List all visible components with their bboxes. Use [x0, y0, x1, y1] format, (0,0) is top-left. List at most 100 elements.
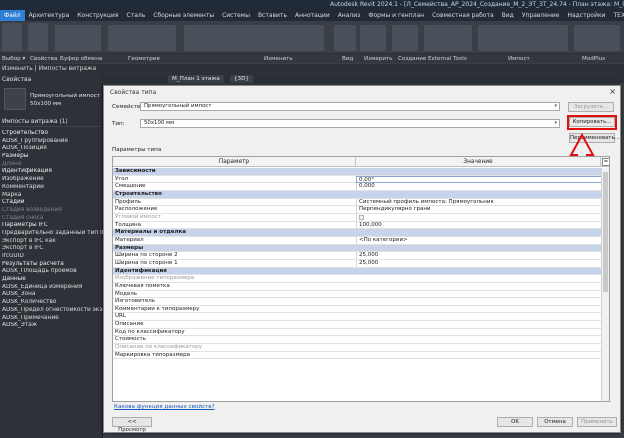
palette-category[interactable]: Данные	[0, 276, 103, 284]
menu-item[interactable]: ТЕХНОНИКОЛЬ®	[610, 10, 624, 21]
palette-category[interactable]: Строительство	[0, 130, 103, 138]
parameter-value[interactable]: 25,000	[356, 252, 601, 260]
modify-tool-button[interactable]	[2, 23, 22, 51]
modplus-tools[interactable]	[574, 25, 620, 51]
measure-tools[interactable]	[360, 25, 386, 51]
external-tools[interactable]	[424, 25, 472, 51]
apply-button[interactable]: Применить	[577, 417, 617, 427]
table-row[interactable]: Профиль Системный профиль импоста: Прямоу…	[113, 198, 609, 207]
palette-property[interactable]: Изображение	[0, 176, 103, 184]
ok-button[interactable]: OK	[497, 417, 533, 427]
menu-item[interactable]: Сборные элементы	[149, 10, 218, 21]
palette-property[interactable]: Марка	[0, 192, 103, 200]
menu-item[interactable]: Конструкция	[73, 10, 122, 21]
ribbon-label-select[interactable]: Выбор ▾	[2, 54, 25, 64]
palette-property[interactable]: Комментарии	[0, 184, 103, 192]
palette-category[interactable]: Размеры	[0, 153, 103, 161]
modify-tools[interactable]	[184, 25, 324, 51]
table-row[interactable]: Материал <По категории>	[113, 236, 609, 245]
table-row[interactable]: Ширина по стороне 1 25,000	[113, 259, 609, 268]
parameter-group-row[interactable]: Зависимости▴	[113, 168, 609, 176]
parameter-value-input[interactable]: 0,00°	[356, 175, 608, 183]
tab-plan-level-1[interactable]: М_План 1 этажа	[168, 75, 224, 83]
column-header-value[interactable]: Значение	[356, 157, 601, 167]
family-select[interactable]: Прямоугольный импост ▾	[140, 102, 560, 111]
cancel-button[interactable]: Отмена	[537, 417, 573, 427]
palette-property[interactable]: ADSK_Площадь проемов	[0, 268, 103, 276]
parameter-value[interactable]: 100,000	[356, 221, 601, 229]
palette-property[interactable]: IfcGUID	[0, 253, 103, 261]
menu-item[interactable]: Сталь	[123, 10, 150, 21]
table-row[interactable]: Описание	[113, 321, 609, 329]
parameter-value[interactable]: 0,000	[356, 183, 601, 191]
table-row[interactable]: Маркировка типоразмера	[113, 352, 609, 360]
menu-item[interactable]: Формы и генплан	[364, 10, 428, 21]
parameter-group-row[interactable]: Идентификация▴	[113, 267, 609, 276]
tab-3d[interactable]: {3D}	[230, 75, 253, 83]
scrollbar-thumb[interactable]	[603, 172, 608, 292]
palette-property[interactable]: Стадия возведения	[0, 207, 103, 215]
palette-property[interactable]: ADSK_Группирование	[0, 138, 103, 146]
palette-property[interactable]: Предварительно заданный тип IFC	[0, 230, 103, 238]
table-row[interactable]: Угловой импост	[113, 213, 609, 223]
preview-button[interactable]: << Просмотр	[112, 417, 152, 433]
table-row[interactable]: Угол 0,00°	[113, 175, 609, 184]
palette-property[interactable]: Экспорт в IFC как	[0, 238, 103, 246]
palette-property[interactable]: ADSK_Этаж	[0, 322, 103, 330]
parameter-group-row[interactable]: Строительство▴	[113, 190, 609, 199]
table-row[interactable]: Комментарии к типоразмеру	[113, 306, 609, 314]
help-link[interactable]: Какова функция данных свойств?	[114, 404, 215, 410]
palette-category[interactable]: Результаты расчета	[0, 261, 103, 269]
palette-property[interactable]: Экспорт в IFC	[0, 245, 103, 253]
table-row[interactable]: Ширина по стороне 2 25,000	[113, 252, 609, 260]
menu-item[interactable]: Вид	[498, 10, 518, 21]
palette-property[interactable]: ADSK_Предел огнестойкости экземпляра	[0, 307, 103, 315]
table-row[interactable]: Смещение 0,000	[113, 183, 609, 191]
parameter-value[interactable]: 25,000	[356, 259, 601, 267]
table-row[interactable]: Стоимость	[113, 336, 609, 345]
palette-property[interactable]: Длина	[0, 161, 103, 169]
checkbox[interactable]	[359, 214, 364, 220]
palette-property[interactable]: ADSK_Зона	[0, 291, 103, 299]
table-row[interactable]: Описание по классификатору	[113, 344, 609, 352]
table-row[interactable]: Изготовитель	[113, 298, 609, 306]
mullion-tools[interactable]	[478, 25, 568, 51]
table-row[interactable]: URL	[113, 313, 609, 322]
menu-item[interactable]: Анализ	[334, 10, 365, 21]
table-row[interactable]: Расположение Перпендикулярно грани	[113, 206, 609, 214]
menu-item[interactable]: Надстройки	[563, 10, 609, 21]
menu-item[interactable]: Управление	[518, 10, 564, 21]
table-row[interactable]: Ключевая пометка	[113, 283, 609, 291]
parameter-group-row[interactable]: Размеры▴	[113, 244, 609, 253]
geometry-tools[interactable]	[108, 25, 176, 51]
menu-item[interactable]: Файл	[0, 10, 25, 21]
palette-category[interactable]: Идентификация	[0, 168, 103, 176]
menu-item[interactable]: Совместная работа	[428, 10, 498, 21]
table-row[interactable]: Изображение типоразмера	[113, 275, 609, 283]
instance-filter[interactable]: Импосты витража (1)	[2, 118, 101, 127]
type-select[interactable]: 50x100 мм ▾	[140, 119, 560, 128]
palette-property[interactable]: ADSK_Примечание	[0, 315, 103, 323]
palette-property[interactable]: ADSK_Единица измерения	[0, 284, 103, 292]
table-row[interactable]: Код по классификатору	[113, 329, 609, 337]
sort-toggle-icon[interactable]: =	[602, 158, 609, 166]
menu-item[interactable]: Системы	[218, 10, 254, 21]
parameter-value[interactable]: Системный профиль импоста: Прямоугольник	[356, 198, 601, 206]
load-button[interactable]: Загрузить...	[568, 102, 614, 112]
palette-category[interactable]: Параметры IFC	[0, 222, 103, 230]
parameter-group-row[interactable]: Материалы и отделка▴	[113, 229, 609, 237]
menu-item[interactable]: Аннотации	[291, 10, 334, 21]
parameter-value[interactable]: Перпендикулярно грани	[356, 206, 601, 214]
table-scrollbar[interactable]	[601, 168, 609, 401]
palette-property[interactable]: ADSK_Позиция	[0, 145, 103, 153]
create-tools[interactable]	[392, 25, 418, 51]
palette-property[interactable]: ADSK_Количество	[0, 299, 103, 307]
menu-item[interactable]: Архитектура	[25, 10, 74, 21]
view-tools[interactable]	[334, 25, 356, 51]
column-header-parameter[interactable]: Параметр	[113, 157, 356, 167]
close-icon[interactable]: ×	[609, 87, 616, 96]
table-row[interactable]: Модель	[113, 291, 609, 299]
type-selector[interactable]: Прямоугольный импост 50x100 мм	[30, 92, 100, 108]
menu-item[interactable]: Вставить	[254, 10, 291, 21]
palette-category[interactable]: Стадии	[0, 199, 103, 207]
